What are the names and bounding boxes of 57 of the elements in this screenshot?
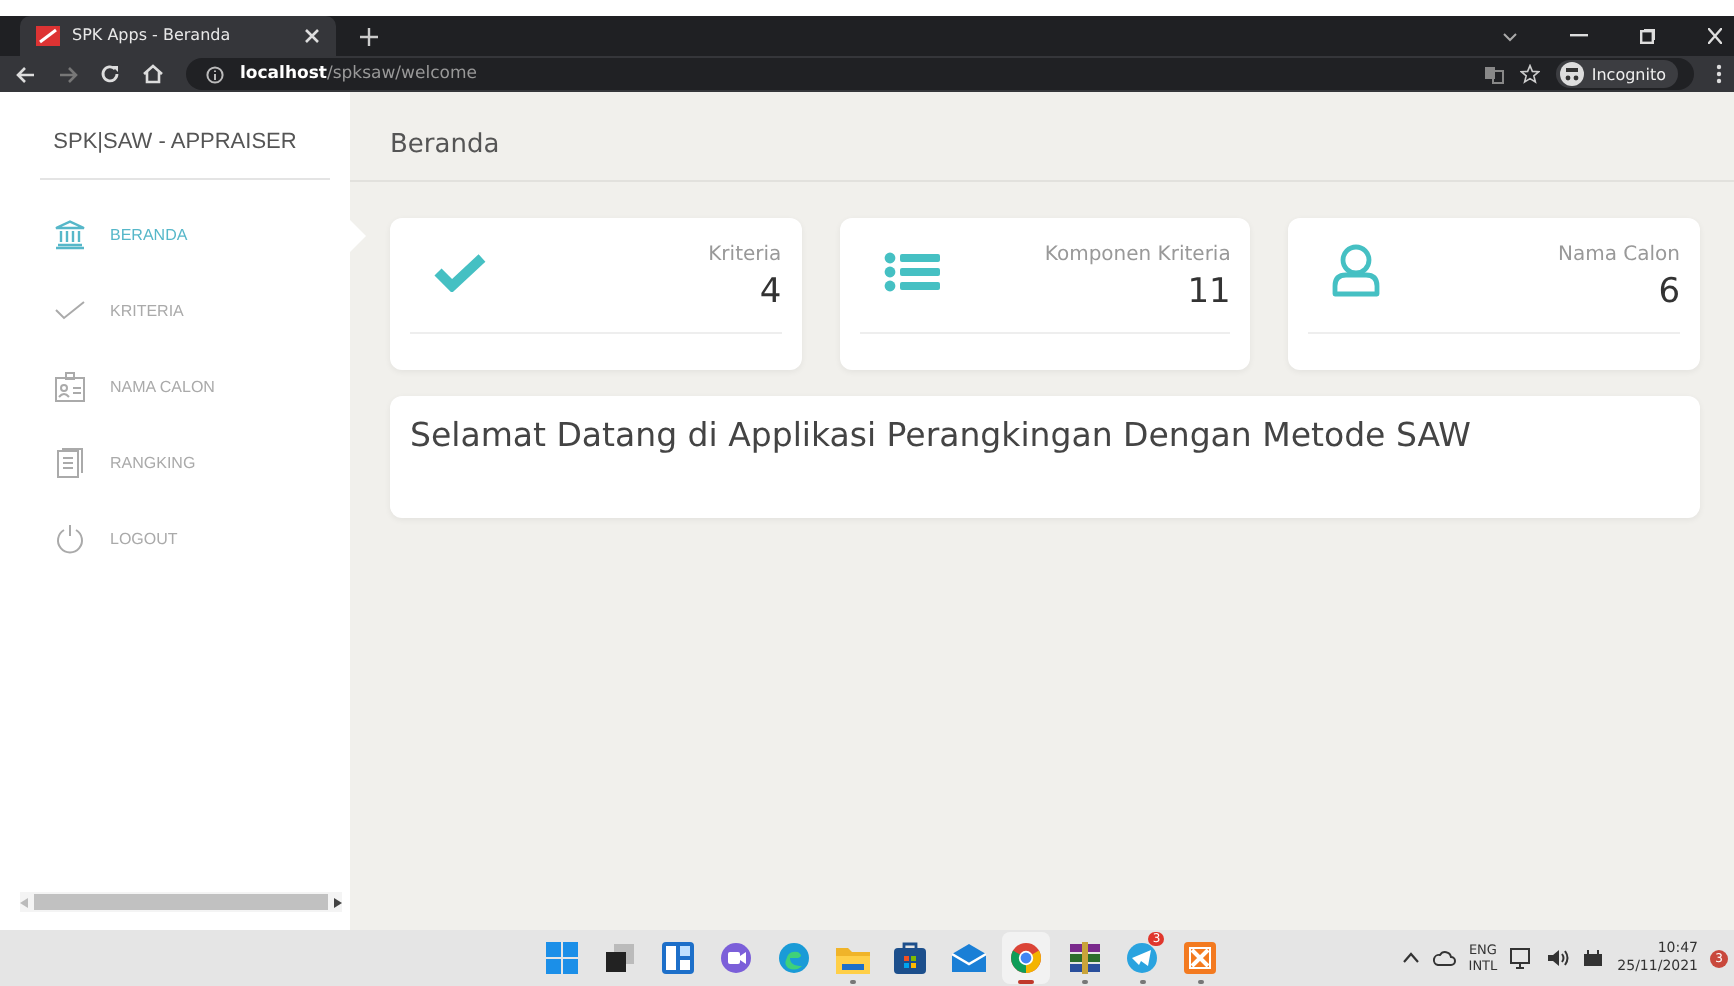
id-card-icon: [54, 371, 86, 401]
new-tab-icon[interactable]: [360, 27, 378, 45]
mail-icon: [951, 944, 986, 972]
archive-icon: [1067, 942, 1102, 974]
close-icon[interactable]: [1708, 28, 1722, 44]
dropdown-icon[interactable]: [1502, 31, 1518, 41]
user-icon: [1332, 244, 1381, 298]
app-favicon-icon: [36, 26, 60, 46]
edge-icon: [778, 942, 811, 974]
battery-icon[interactable]: [1581, 948, 1606, 968]
scroll-right-icon[interactable]: [334, 897, 342, 907]
back-icon[interactable]: [16, 65, 36, 83]
horizontal-scrollbar[interactable]: [20, 892, 342, 912]
incognito-icon: [1559, 62, 1584, 86]
reload-icon[interactable]: [100, 64, 120, 84]
minimize-icon[interactable]: [1570, 34, 1588, 38]
telegram-icon: [1126, 942, 1159, 974]
restore-icon[interactable]: [1640, 28, 1656, 44]
welcome-message: Selamat Datang di Applikasi Perangkingan Dengan Metode SAW: [410, 416, 1471, 454]
checkmark-icon: [54, 300, 86, 320]
task-view-icon: [604, 942, 637, 974]
page-title: Beranda: [390, 130, 500, 160]
stat-value: 11: [1187, 271, 1231, 311]
address-field[interactable]: localhost/spksaw/welcome Incognito: [186, 58, 1694, 90]
browser-tab[interactable]: SPK Apps - Beranda: [20, 16, 336, 56]
star-icon[interactable]: [1519, 64, 1540, 84]
network-icon[interactable]: [1509, 947, 1534, 969]
store-icon: [894, 942, 927, 974]
list-icon: [883, 251, 940, 291]
chevron-up-icon[interactable]: [1402, 952, 1421, 964]
folder-icon: [835, 943, 870, 973]
checkmark-icon: [434, 251, 486, 291]
stat-value: 4: [759, 271, 782, 311]
stat-label: Nama Calon: [1558, 243, 1681, 265]
home-icon[interactable]: [142, 64, 164, 84]
stat-value: 6: [1658, 271, 1681, 311]
nav-item[interactable]: NAMA CALON: [0, 348, 350, 424]
stat-label: Kriteria: [708, 243, 782, 265]
chat-icon: [720, 942, 753, 974]
menu-icon[interactable]: [1716, 64, 1722, 84]
volume-icon[interactable]: [1545, 948, 1570, 968]
tab-title: SPK Apps - Beranda: [72, 26, 233, 44]
nav-item[interactable]: RANGKING: [0, 424, 350, 500]
power-icon: [54, 523, 86, 553]
bank-icon: [54, 219, 86, 249]
info-icon: [206, 65, 224, 83]
close-tab-icon[interactable]: [304, 28, 320, 44]
cloud-icon[interactable]: [1432, 950, 1457, 966]
profile-button[interactable]: Incognito: [1555, 60, 1678, 88]
widgets-icon: [662, 942, 695, 974]
start-icon: [546, 942, 579, 974]
browser-icon: [1010, 942, 1043, 974]
stat-label: Komponen Kriteria: [1044, 243, 1231, 265]
brand-title: SPK|SAW - APPRAISER: [51, 128, 299, 158]
forward-icon[interactable]: [58, 65, 78, 83]
document-icon: [54, 447, 86, 477]
translate-icon[interactable]: [1483, 65, 1504, 83]
